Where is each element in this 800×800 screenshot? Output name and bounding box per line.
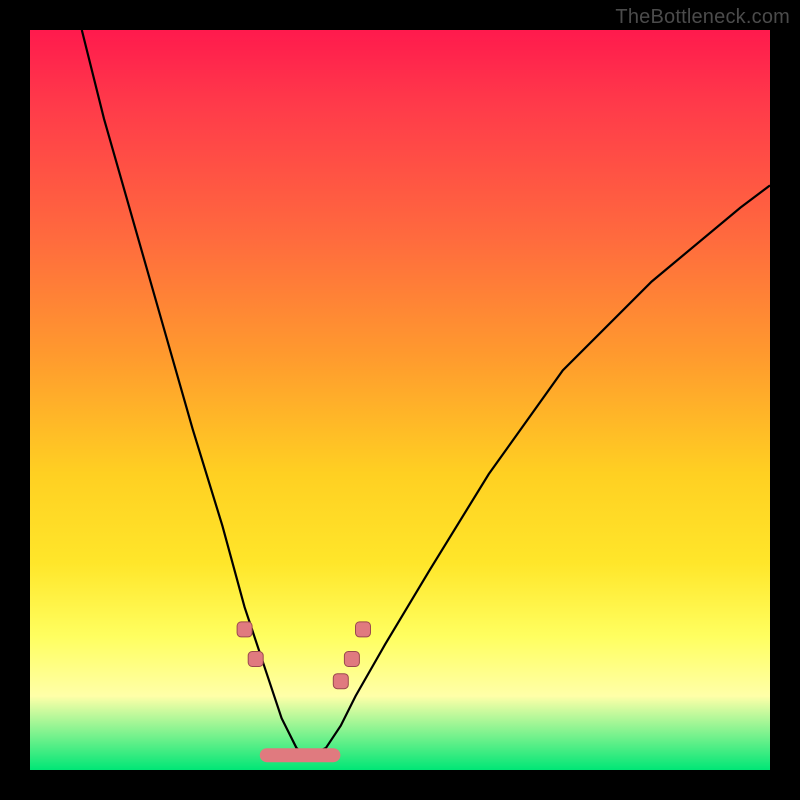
watermark-text: TheBottleneck.com [615, 6, 790, 29]
chart-frame: TheBottleneck.com [0, 0, 800, 800]
plot-gradient-background [30, 30, 770, 770]
